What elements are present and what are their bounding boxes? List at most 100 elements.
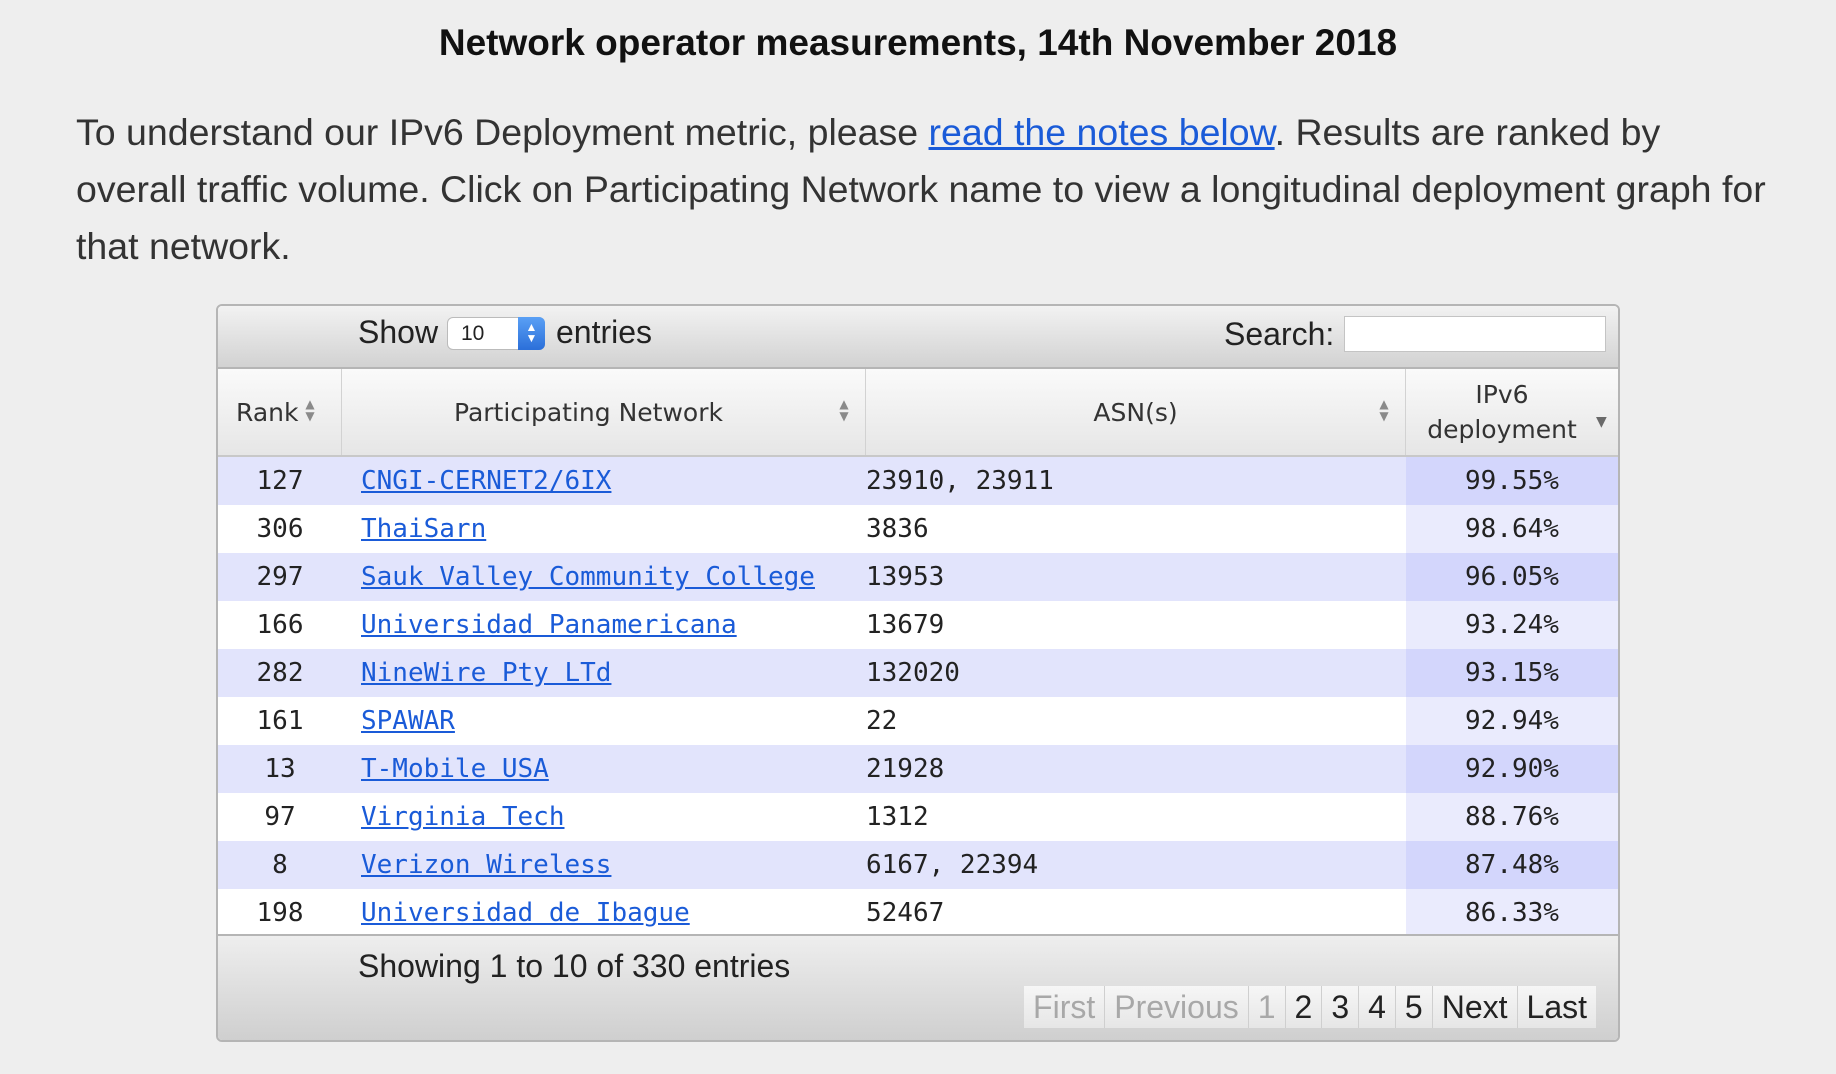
- cell-ipv6: 92.90%: [1406, 745, 1618, 793]
- cell-rank: 161: [256, 706, 304, 736]
- network-link[interactable]: ThaiSarn: [361, 514, 486, 544]
- pagination: First Previous 1 2 3 4 5 Next Last: [1024, 986, 1596, 1028]
- cell-ipv6: 96.05%: [1406, 553, 1618, 601]
- table-toolbar: Show 10 ▲ ▼ entries Search:: [218, 306, 1618, 369]
- column-label-network: Participating Network: [454, 397, 723, 427]
- column-header-network[interactable]: Participating Network ▲ ▼: [342, 369, 866, 455]
- network-link[interactable]: NineWire Pty LTd: [361, 658, 611, 688]
- page-button[interactable]: 2: [1284, 986, 1322, 1028]
- cell-rank: 13: [264, 754, 296, 784]
- cell-network: CNGI-CERNET2/6IX: [361, 457, 841, 505]
- cell-asn: 13953: [866, 562, 945, 592]
- cell-rank: 306: [256, 514, 304, 544]
- select-arrows-icon: ▲ ▼: [518, 317, 545, 350]
- table-row: 161 SPAWAR 22 92.94%: [218, 697, 1618, 745]
- previous-page-button[interactable]: Previous: [1104, 986, 1248, 1028]
- column-label-asn: ASN(s): [1093, 397, 1178, 427]
- cell-network: Universidad de Ibague: [361, 889, 841, 937]
- table-row: 297 Sauk Valley Community College 13953 …: [218, 553, 1618, 601]
- network-link[interactable]: Universidad Panamericana: [361, 610, 737, 640]
- column-header-rank[interactable]: Rank ▲ ▼: [218, 369, 342, 455]
- cell-network: T-Mobile USA: [361, 745, 841, 793]
- table-row: 8 Verizon Wireless 6167, 22394 87.48%: [218, 841, 1618, 889]
- next-page-button[interactable]: Next: [1431, 986, 1517, 1028]
- sort-both-icon: ▲ ▼: [305, 397, 315, 423]
- cell-asn: 1312: [866, 802, 929, 832]
- column-label-rank: Rank: [236, 397, 299, 427]
- cell-network: Universidad Panamericana: [361, 601, 841, 649]
- column-label-ipv6: IPv6: [1475, 380, 1529, 409]
- entries-per-page-value: 10: [461, 322, 485, 345]
- cell-ipv6: 93.24%: [1406, 601, 1618, 649]
- first-page-button[interactable]: First: [1024, 986, 1105, 1028]
- network-link[interactable]: Virginia Tech: [361, 802, 565, 832]
- cell-rank: 8: [272, 850, 288, 880]
- page-title: Network operator measurements, 14th Nove…: [438, 22, 1398, 63]
- network-link[interactable]: SPAWAR: [361, 706, 455, 736]
- search-input[interactable]: [1344, 316, 1606, 352]
- table-row: 13 T-Mobile USA 21928 92.90%: [218, 745, 1618, 793]
- cell-rank: 97: [264, 802, 296, 832]
- table-body: 127 CNGI-CERNET2/6IX 23910, 23911 99.55%…: [218, 457, 1618, 937]
- cell-ipv6: 93.15%: [1406, 649, 1618, 697]
- cell-network: Virginia Tech: [361, 793, 841, 841]
- column-header-ipv6[interactable]: IPv6 deployment ▼: [1406, 369, 1618, 455]
- cell-rank: 166: [256, 610, 304, 640]
- column-header-asn[interactable]: ASN(s) ▲ ▼: [866, 369, 1406, 455]
- cell-ipv6: 99.55%: [1406, 457, 1618, 505]
- cell-asn: 22: [866, 706, 898, 736]
- cell-network: Sauk Valley Community College: [361, 553, 841, 601]
- intro-paragraph: To understand our IPv6 Deployment metric…: [76, 104, 1766, 275]
- cell-ipv6: 98.64%: [1406, 505, 1618, 553]
- networks-table: Show 10 ▲ ▼ entries Search: Rank ▲ ▼ Parti…: [216, 304, 1620, 1042]
- network-link[interactable]: Verizon Wireless: [361, 850, 611, 880]
- cell-ipv6: 87.48%: [1406, 841, 1618, 889]
- cell-asn: 23910, 23911: [866, 466, 1054, 496]
- cell-rank: 297: [256, 562, 304, 592]
- page-button[interactable]: 5: [1394, 986, 1432, 1028]
- cell-network: NineWire Pty LTd: [361, 649, 841, 697]
- table-info: Showing 1 to 10 of 330 entries: [358, 948, 791, 984]
- table-row: 166 Universidad Panamericana 13679 93.24…: [218, 601, 1618, 649]
- table-row: 282 NineWire Pty LTd 132020 93.15%: [218, 649, 1618, 697]
- intro-text-start: To understand our IPv6 Deployment metric…: [76, 111, 929, 153]
- network-link[interactable]: CNGI-CERNET2/6IX: [361, 466, 611, 496]
- cell-asn: 13679: [866, 610, 945, 640]
- network-link[interactable]: Universidad de Ibague: [361, 898, 690, 928]
- cell-asn: 6167, 22394: [866, 850, 1039, 880]
- cell-asn: 3836: [866, 514, 929, 544]
- cell-ipv6: 88.76%: [1406, 793, 1618, 841]
- cell-ipv6: 86.33%: [1406, 889, 1618, 937]
- network-link[interactable]: T-Mobile USA: [361, 754, 549, 784]
- cell-asn: 52467: [866, 898, 945, 928]
- table-header: Rank ▲ ▼ Participating Network ▲ ▼ ASN(s) …: [218, 369, 1618, 457]
- show-label: Show: [358, 314, 439, 350]
- search-label: Search:: [1224, 316, 1335, 352]
- cell-asn: 132020: [866, 658, 960, 688]
- sort-desc-icon: ▼: [1596, 414, 1607, 430]
- cell-network: SPAWAR: [361, 697, 841, 745]
- column-label-deployment: deployment: [1427, 415, 1577, 444]
- cell-rank: 127: [256, 466, 304, 496]
- cell-ipv6: 92.94%: [1406, 697, 1618, 745]
- table-row: 127 CNGI-CERNET2/6IX 23910, 23911 99.55%: [218, 457, 1618, 505]
- entries-per-page-select[interactable]: 10 ▲ ▼: [447, 317, 545, 350]
- network-link[interactable]: Sauk Valley Community College: [361, 562, 815, 592]
- table-row: 198 Universidad de Ibague 52467 86.33%: [218, 889, 1618, 937]
- cell-network: ThaiSarn: [361, 505, 841, 553]
- sort-both-icon: ▲ ▼: [1379, 397, 1389, 423]
- cell-rank: 282: [256, 658, 304, 688]
- cell-asn: 21928: [866, 754, 945, 784]
- cell-rank: 198: [256, 898, 304, 928]
- notes-link[interactable]: read the notes below: [929, 111, 1275, 153]
- table-row: 306 ThaiSarn 3836 98.64%: [218, 505, 1618, 553]
- page-button-current: 1: [1247, 986, 1285, 1028]
- cell-network: Verizon Wireless: [361, 841, 841, 889]
- entries-label: entries: [556, 314, 653, 350]
- table-footer: Showing 1 to 10 of 330 entries First Pre…: [218, 934, 1618, 1040]
- page-button[interactable]: 3: [1321, 986, 1359, 1028]
- sort-both-icon: ▲ ▼: [839, 397, 849, 423]
- table-row: 97 Virginia Tech 1312 88.76%: [218, 793, 1618, 841]
- last-page-button[interactable]: Last: [1516, 986, 1596, 1028]
- page-button[interactable]: 4: [1358, 986, 1395, 1028]
